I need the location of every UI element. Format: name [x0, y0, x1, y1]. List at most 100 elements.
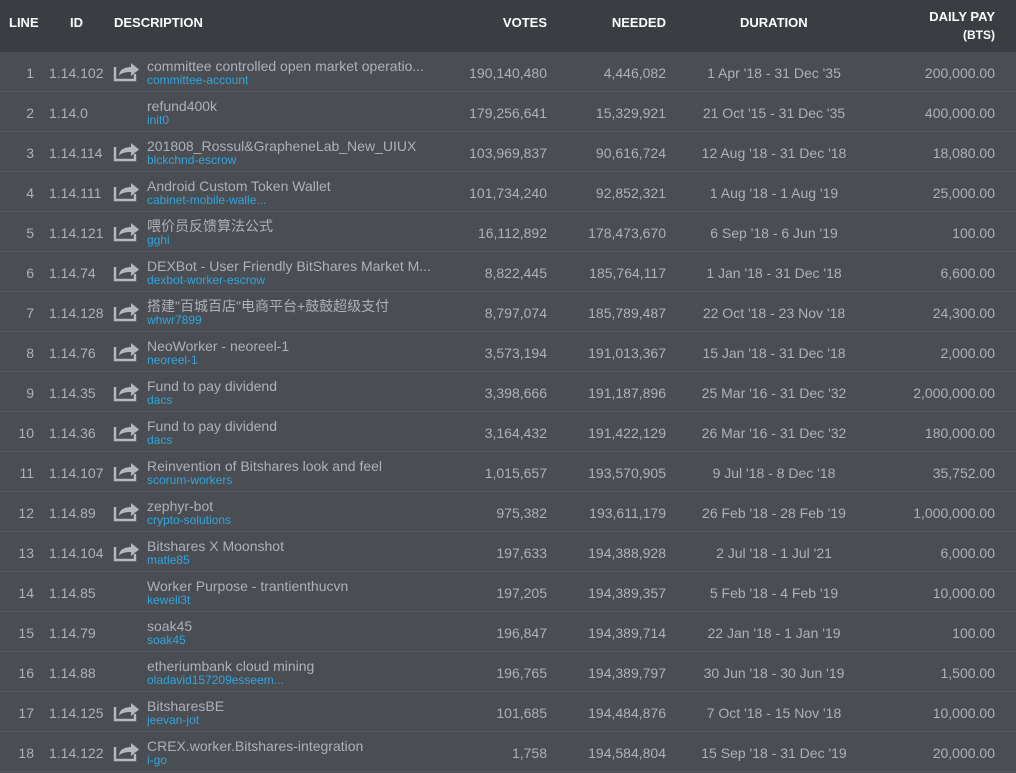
row-worker-account[interactable]: neoreel-1 — [147, 354, 432, 367]
row-line-number: 4 — [26, 185, 34, 201]
col-header-id[interactable]: ID — [70, 15, 83, 30]
row-worker-account[interactable]: blckchnd-escrow — [147, 154, 432, 167]
external-link-icon[interactable] — [113, 700, 143, 724]
row-line-number: 17 — [18, 705, 34, 721]
row-duration: 9 Jul '18 - 8 Dec '18 — [712, 465, 836, 481]
row-line-number: 12 — [18, 505, 34, 521]
row-worker-account[interactable]: kewell3t — [147, 594, 432, 607]
row-votes: 1,758 — [511, 745, 547, 761]
external-link-icon[interactable] — [113, 60, 143, 84]
col-header-duration[interactable]: DURATION — [740, 15, 808, 30]
row-worker-account[interactable]: soak45 — [147, 634, 432, 647]
row-daily-pay: 1,500.00 — [940, 665, 996, 681]
row-votes: 196,847 — [496, 625, 547, 641]
row-worker-account[interactable]: crypto-solutions — [147, 514, 432, 527]
external-link-icon[interactable] — [113, 220, 143, 244]
row-daily-pay: 100.00 — [952, 225, 995, 241]
row-description[interactable]: BitsharesBE — [147, 698, 432, 714]
row-description[interactable]: 201808_Rossul&GrapheneLab_New_UIUX — [147, 138, 432, 154]
row-daily-pay: 6,000.00 — [940, 545, 996, 561]
row-line-number: 5 — [26, 225, 34, 241]
external-link-icon[interactable] — [113, 300, 143, 324]
table-row: 7 1.14.128 搭建"百城百店"电商平台+鼓鼓超级支付 whwr7899 … — [0, 292, 1016, 332]
row-description[interactable]: Fund to pay dividend — [147, 378, 432, 394]
row-duration: 6 Sep '18 - 6 Jun '19 — [710, 225, 838, 241]
row-worker-account[interactable]: dacs — [147, 394, 432, 407]
row-worker-account[interactable]: scorum-workers — [147, 474, 432, 487]
row-worker-account[interactable]: whwr7899 — [147, 314, 432, 327]
row-worker-id: 1.14.111 — [49, 185, 102, 201]
row-description[interactable]: Bitshares X Moonshot — [147, 538, 432, 554]
row-line-number: 18 — [18, 745, 34, 761]
row-description[interactable]: etheriumbank cloud mining — [147, 658, 432, 674]
row-worker-account[interactable]: i-go — [147, 754, 432, 767]
col-header-line[interactable]: LINE — [9, 15, 39, 30]
row-worker-id: 1.14.107 — [49, 465, 104, 481]
row-worker-id: 1.14.121 — [49, 225, 104, 241]
row-description[interactable]: Fund to pay dividend — [147, 418, 432, 434]
row-worker-account[interactable]: jeevan-jot — [147, 714, 432, 727]
row-description[interactable]: Reinvention of Bitshares look and feel — [147, 458, 432, 474]
row-votes: 3,573,194 — [484, 345, 547, 361]
table-row: 9 1.14.35 Fund to pay dividend dacs 3,39… — [0, 372, 1016, 412]
row-daily-pay: 2,000,000.00 — [913, 385, 995, 401]
table-row: 1 1.14.102 committee controlled open mar… — [0, 52, 1016, 92]
row-description[interactable]: committee controlled open market operati… — [147, 58, 432, 74]
row-line-number: 3 — [26, 145, 34, 161]
row-worker-id: 1.14.74 — [49, 265, 96, 281]
col-header-daily-pay-label: DAILY PAY — [929, 9, 995, 24]
external-link-icon[interactable] — [113, 380, 143, 404]
row-line-number: 10 — [18, 425, 34, 441]
row-worker-account[interactable]: gghi — [147, 234, 432, 247]
row-duration: 25 Mar '16 - 31 Dec '32 — [701, 385, 847, 401]
row-worker-account[interactable]: committee-account — [147, 74, 432, 87]
row-votes: 101,685 — [496, 705, 547, 721]
row-duration: 22 Oct '18 - 23 Nov '18 — [702, 305, 846, 321]
row-worker-account[interactable]: dacs — [147, 434, 432, 447]
row-worker-id: 1.14.89 — [49, 505, 96, 521]
external-link-icon[interactable] — [113, 420, 143, 444]
external-link-icon[interactable] — [113, 140, 143, 164]
col-header-votes[interactable]: VOTES — [503, 15, 547, 30]
col-header-daily-pay[interactable]: DAILY PAY (BTS) — [929, 7, 995, 45]
row-description[interactable]: 搭建"百城百店"电商平台+鼓鼓超级支付 — [147, 298, 432, 314]
row-needed: 15,329,921 — [595, 105, 666, 121]
row-description[interactable]: zephyr-bot — [147, 498, 432, 514]
row-description[interactable]: soak45 — [147, 618, 432, 634]
external-link-icon[interactable] — [113, 740, 143, 764]
row-duration: 26 Feb '18 - 28 Feb '19 — [702, 505, 846, 521]
row-worker-account[interactable]: init0 — [147, 114, 432, 127]
row-description[interactable]: Android Custom Token Wallet — [147, 178, 432, 194]
row-worker-account[interactable]: matle85 — [147, 554, 432, 567]
row-description[interactable]: Worker Purpose - trantienthucvn — [147, 578, 432, 594]
row-description[interactable]: refund400k — [147, 98, 432, 114]
external-link-icon[interactable] — [113, 180, 143, 204]
row-worker-account[interactable]: dexbot-worker-escrow — [147, 274, 432, 287]
external-link-icon[interactable] — [113, 260, 143, 284]
row-daily-pay: 10,000.00 — [932, 585, 995, 601]
row-worker-id: 1.14.79 — [49, 625, 96, 641]
table-row: 4 1.14.111 Android Custom Token Wallet c… — [0, 172, 1016, 212]
row-description[interactable]: DEXBot - User Friendly BitShares Market … — [147, 258, 432, 274]
col-header-description[interactable]: DESCRIPTION — [114, 15, 203, 30]
row-votes: 197,205 — [496, 585, 547, 601]
row-needed: 193,611,179 — [589, 505, 666, 521]
row-worker-id: 1.14.76 — [49, 345, 96, 361]
external-link-icon[interactable] — [113, 500, 143, 524]
row-worker-id: 1.14.35 — [49, 385, 96, 401]
col-header-needed[interactable]: NEEDED — [612, 15, 666, 30]
row-votes: 8,822,445 — [484, 265, 547, 281]
external-link-icon[interactable] — [113, 540, 143, 564]
row-worker-account[interactable]: oladavid157209esseem... — [147, 674, 432, 687]
row-worker-id: 1.14.85 — [49, 585, 96, 601]
row-description[interactable]: 喂价员反馈算法公式 — [147, 218, 432, 234]
external-link-icon[interactable] — [113, 340, 143, 364]
row-votes: 101,734,240 — [469, 185, 547, 201]
row-description[interactable]: NeoWorker - neoreel-1 — [147, 338, 432, 354]
row-needed: 90,616,724 — [595, 145, 666, 161]
row-worker-account[interactable]: cabinet-mobile-walle... — [147, 194, 432, 207]
row-description[interactable]: CREX.worker.Bitshares-integration — [147, 738, 432, 754]
row-line-number: 15 — [18, 625, 34, 641]
row-needed: 191,422,129 — [588, 425, 666, 441]
external-link-icon[interactable] — [113, 460, 143, 484]
